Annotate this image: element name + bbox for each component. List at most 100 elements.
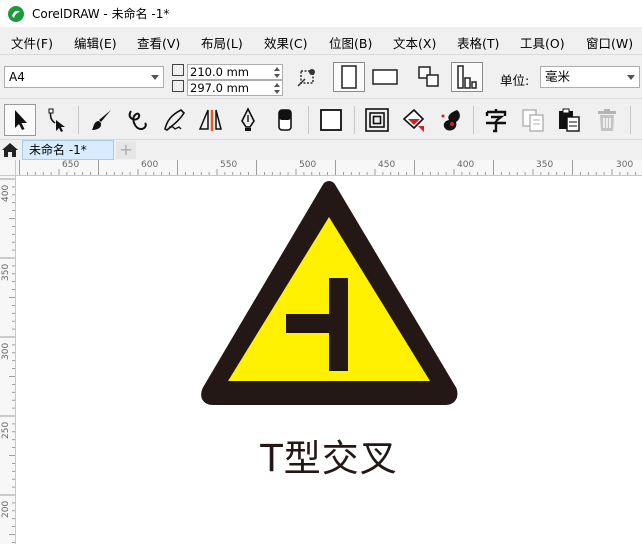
chevron-down-icon	[151, 75, 159, 80]
copy-properties-tool[interactable]	[517, 104, 549, 136]
rectangle-tool[interactable]	[315, 104, 347, 136]
toolbox	[0, 100, 642, 140]
menu-tools[interactable]: 工具(O)	[520, 33, 565, 52]
ruler-label: 400	[457, 160, 475, 170]
vertical-ruler-ticks	[0, 178, 15, 543]
spin-down-icon[interactable]	[274, 90, 280, 94]
menu-text[interactable]: 文本(X)	[393, 33, 436, 52]
brush-icon	[92, 110, 111, 130]
toolbar-separator	[473, 106, 474, 134]
current-page-button[interactable]	[451, 62, 483, 92]
ruler-label: 200	[1, 500, 11, 518]
home-icon[interactable]	[1, 141, 19, 159]
all-pages-button[interactable]	[413, 62, 445, 92]
toolbar-separator	[308, 106, 309, 134]
drawing-canvas[interactable]	[16, 176, 642, 544]
document-tab-bar: 未命名 -1* +	[0, 140, 642, 160]
contour-tool[interactable]	[361, 104, 393, 136]
smear-tool[interactable]	[434, 104, 466, 136]
ruler-label: 350	[1, 263, 11, 281]
property-bar: A4 210.0 mm 297.0 mm 单位: 毫米	[0, 56, 642, 99]
paint-bucket-icon	[402, 108, 425, 132]
document-tab[interactable]: 未命名 -1*	[22, 140, 114, 160]
units-value: 毫米	[545, 69, 571, 84]
copy-icon	[522, 109, 544, 132]
text-tool[interactable]	[480, 104, 512, 136]
page-size-select[interactable]: A4	[4, 66, 164, 88]
paste-icon	[559, 108, 580, 132]
interactive-fill-tool[interactable]	[398, 104, 430, 136]
pointer-arrow-icon	[15, 110, 27, 130]
t-junction-warning-sign-icon[interactable]	[16, 176, 642, 544]
menu-bar: 文件(F) 编辑(E) 查看(V) 布局(L) 效果(C) 位图(B) 文本(X…	[0, 27, 642, 55]
ruler-label: 650	[62, 160, 80, 170]
document-tab-label: 未命名 -1*	[29, 143, 87, 157]
chevron-down-icon	[627, 75, 635, 80]
toolbar-separator	[630, 106, 631, 134]
artistic-media-tool[interactable]	[86, 104, 118, 136]
page-height-field[interactable]: 297.0 mm	[187, 80, 283, 96]
dimension-icon	[198, 109, 222, 131]
ruler-label: 550	[220, 160, 238, 170]
calligraphy-tool[interactable]	[158, 104, 190, 136]
page-width-field[interactable]: 210.0 mm	[187, 64, 283, 80]
pen-nib-icon	[241, 107, 255, 131]
ruler-label: 350	[536, 160, 554, 170]
portrait-button[interactable]	[333, 62, 365, 92]
height-icon	[172, 80, 184, 92]
smear-drop-icon	[441, 110, 460, 131]
text-glyph-icon	[485, 109, 507, 133]
pick-tool[interactable]	[4, 104, 36, 136]
width-icon	[172, 64, 184, 76]
toolbar-separator	[78, 106, 79, 134]
units-label: 单位:	[500, 73, 530, 88]
menu-view[interactable]: 查看(V)	[137, 33, 180, 52]
spin-up-icon[interactable]	[274, 67, 280, 71]
shape-tool[interactable]	[40, 104, 72, 136]
freehand-tool[interactable]	[122, 104, 154, 136]
page-size-value: A4	[9, 70, 25, 84]
toolbar-separator	[354, 106, 355, 134]
coreldraw-window: CorelDRAW - 未命名 -1* 文件(F) 编辑(E) 查看(V) 布局…	[0, 0, 642, 544]
menu-layout[interactable]: 布局(L)	[201, 33, 243, 52]
calligraphy-pen-icon	[164, 109, 186, 131]
sign-caption-text[interactable]: T型交叉	[0, 428, 642, 480]
eraser-tool[interactable]	[269, 104, 301, 136]
menu-file[interactable]: 文件(F)	[11, 33, 53, 52]
delete-tool[interactable]	[591, 104, 623, 136]
pen-tool[interactable]	[232, 104, 264, 136]
vertical-ruler[interactable]: 400 350 300 250 200	[0, 176, 16, 544]
units-select[interactable]: 毫米	[540, 66, 640, 88]
ruler-corner[interactable]	[0, 160, 16, 176]
page-options-button[interactable]	[292, 62, 322, 92]
resize-page-icon	[297, 69, 315, 87]
paste-tool[interactable]	[553, 104, 585, 136]
sign-symbol-horizontal-bar	[286, 314, 348, 333]
menu-window[interactable]: 窗口(W)	[586, 33, 633, 52]
trash-icon	[598, 109, 616, 131]
add-tab-button[interactable]: +	[116, 141, 136, 159]
landscape-button[interactable]	[369, 62, 401, 92]
contour-icon	[365, 108, 389, 132]
rectangle-icon	[320, 109, 342, 131]
menu-edit[interactable]: 编辑(E)	[74, 33, 117, 52]
spin-up-icon[interactable]	[274, 83, 280, 87]
page-width-value: 210.0 mm	[190, 65, 249, 79]
ruler-label: 300	[616, 160, 634, 170]
menu-effects[interactable]: 效果(C)	[264, 33, 307, 52]
page-height-value: 297.0 mm	[190, 81, 249, 95]
freehand-curve-icon	[128, 110, 147, 131]
current-page-icon	[457, 65, 477, 89]
coreldraw-app-icon	[8, 5, 24, 22]
menu-table[interactable]: 表格(T)	[457, 33, 499, 52]
ruler-label: 450	[378, 160, 396, 170]
ruler-label: 300	[1, 342, 11, 360]
title-bar: CorelDRAW - 未命名 -1*	[0, 0, 642, 27]
landscape-page-icon	[372, 69, 398, 85]
dimension-tool[interactable]	[194, 104, 226, 136]
spin-down-icon[interactable]	[274, 74, 280, 78]
shape-node-icon	[48, 108, 65, 132]
eraser-icon	[278, 109, 292, 131]
menu-bitmaps[interactable]: 位图(B)	[329, 33, 372, 52]
horizontal-ruler[interactable]: 650 600 550 500 450 400 350 300	[16, 160, 642, 176]
